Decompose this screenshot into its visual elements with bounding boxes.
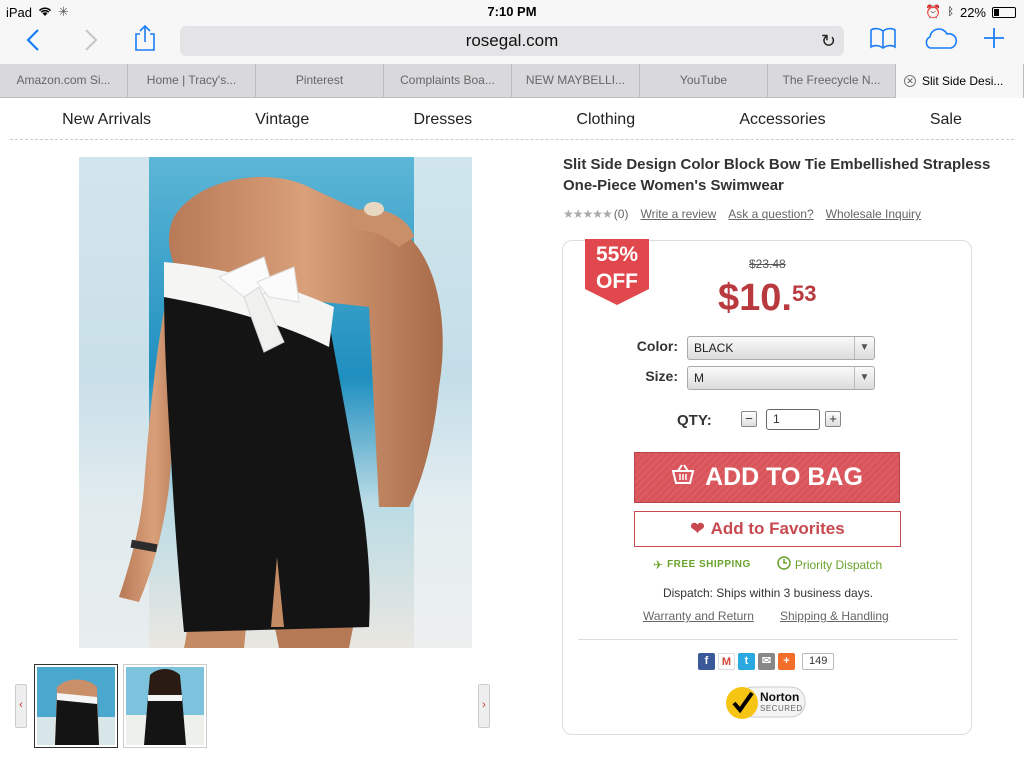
product-title: Slit Side Design Color Block Bow Tie Emb… — [563, 156, 991, 194]
sale-price: $10.53 — [718, 277, 816, 320]
tab-strip: Amazon.com Si... Home | Tracy's... Pinte… — [0, 64, 1024, 98]
browser-tab[interactable]: The Freecycle N... — [768, 64, 896, 98]
priority-dispatch-label: Priority Dispatch — [794, 557, 883, 572]
browser-tab[interactable]: NEW MAYBELLI... — [512, 64, 640, 98]
email-icon[interactable]: ✉ — [758, 653, 775, 670]
share-count: 149 — [802, 653, 835, 670]
size-label: Size: — [645, 368, 678, 384]
quantity-increase-button[interactable]: + — [825, 411, 841, 427]
product-main-image[interactable] — [79, 157, 472, 648]
icloud-tabs-icon[interactable] — [922, 28, 958, 54]
addthis-icon[interactable]: + — [778, 653, 795, 670]
heart-icon: ❤ — [690, 519, 705, 538]
bluetooth-icon: ᛒ — [947, 6, 954, 18]
chevron-down-icon: ▼ — [854, 337, 874, 359]
discount-percent: 55% — [595, 243, 639, 266]
clock: 7:10 PM — [487, 4, 537, 19]
product-thumbnail-front[interactable] — [34, 664, 118, 748]
shipping-handling-link[interactable]: Shipping & Handling — [780, 609, 889, 623]
share-bar: f M t ✉ + 149 — [698, 653, 835, 670]
original-price: $23.48 — [749, 257, 786, 271]
review-count: (0) — [613, 207, 629, 221]
norton-label: Norton — [760, 690, 800, 704]
clock-icon — [777, 556, 791, 573]
dispatch-info: Dispatch: Ships within 3 business days. — [662, 586, 874, 600]
plane-icon: ✈ — [653, 557, 664, 572]
battery-icon — [992, 6, 1016, 18]
bookmarks-icon[interactable] — [870, 27, 896, 53]
browser-tab[interactable]: Pinterest — [256, 64, 384, 98]
url-text: rosegal.com — [465, 31, 559, 50]
minus-icon: − — [745, 411, 753, 426]
browser-tab[interactable]: Complaints Boa... — [384, 64, 512, 98]
back-icon[interactable] — [26, 28, 40, 56]
browser-toolbar: rosegal.com ↻ — [0, 22, 1024, 64]
address-bar[interactable]: rosegal.com ↻ — [180, 26, 844, 56]
twitter-icon[interactable]: t — [738, 653, 755, 670]
sale-price-cents: 53 — [791, 281, 817, 306]
free-shipping-label: FREE SHIPPING — [667, 559, 751, 570]
chevron-right-icon: › — [482, 699, 486, 711]
product-meta: ★★★★★ (0) Write a review Ask a question?… — [563, 207, 921, 221]
ask-question-link[interactable]: Ask a question? — [728, 207, 813, 221]
thumb-prev-button[interactable]: ‹ — [15, 684, 27, 728]
plus-icon: + — [829, 411, 837, 426]
quantity-input[interactable]: 1 — [766, 409, 820, 430]
quantity-decrease-button[interactable]: − — [741, 411, 757, 427]
add-to-bag-button[interactable]: ADD TO BAG — [634, 452, 900, 503]
color-label: Color: — [636, 338, 678, 354]
wholesale-inquiry-link[interactable]: Wholesale Inquiry — [826, 207, 921, 221]
browser-tab[interactable]: YouTube — [640, 64, 768, 98]
write-review-link[interactable]: Write a review — [640, 207, 716, 221]
battery-percent: 22% — [959, 4, 986, 20]
gmail-icon[interactable]: M — [718, 653, 735, 670]
add-to-favorites-label: Add to Favorites — [710, 519, 845, 538]
color-selected-value: BLACK — [694, 341, 734, 355]
color-select[interactable]: BLACK ▼ — [687, 336, 875, 360]
shipping-badges: ✈ FREE SHIPPING Priority Dispatch — [653, 556, 882, 573]
discount-off: OFF — [596, 270, 638, 293]
size-selected-value: M — [694, 371, 704, 385]
browser-tab[interactable]: Amazon.com Si... — [0, 64, 128, 98]
divider — [578, 639, 958, 640]
status-bar: iPad ✳ 7:10 PM ⏰ ᛒ 22% — [0, 0, 1024, 22]
browser-tab[interactable]: Home | Tracy's... — [128, 64, 256, 98]
norton-sublabel: SECURED — [760, 704, 803, 713]
alarm-icon: ⏰ — [925, 4, 942, 19]
rating-stars-icon: ★★★★★ — [563, 207, 613, 221]
chevron-down-icon: ▼ — [854, 367, 874, 389]
nav-item-clothing[interactable]: Clothing — [576, 111, 635, 129]
add-to-favorites-button[interactable]: ❤ Add to Favorites — [634, 511, 901, 547]
browser-tab-active[interactable]: ✕ Slit Side Desi... — [896, 64, 1024, 98]
nav-item-dresses[interactable]: Dresses — [413, 111, 472, 129]
sale-price-main: $10. — [718, 277, 792, 319]
facebook-icon[interactable]: f — [698, 653, 715, 670]
basket-icon — [671, 463, 695, 492]
nav-item-new-arrivals[interactable]: New Arrivals — [62, 111, 151, 129]
policy-links: Warranty and Return Shipping & Handling — [643, 609, 889, 623]
chevron-left-icon: ‹ — [19, 699, 23, 711]
buy-box: 55% OFF $23.48 $10.53 Color: BLACK ▼ Siz… — [562, 239, 972, 735]
discount-badge: 55% OFF — [585, 239, 649, 305]
nav-item-vintage[interactable]: Vintage — [255, 111, 309, 129]
quantity-label: QTY: — [677, 412, 712, 429]
product-thumbnail-back[interactable] — [123, 664, 207, 748]
norton-secured-badge: Norton SECURED — [725, 683, 809, 723]
share-icon[interactable] — [133, 24, 157, 56]
add-to-bag-label: ADD TO BAG — [705, 463, 863, 491]
site-nav: New Arrivals Vintage Dresses Clothing Ac… — [10, 100, 1014, 140]
thumb-next-button[interactable]: › — [478, 684, 490, 728]
nav-item-sale[interactable]: Sale — [930, 111, 962, 129]
reload-icon[interactable]: ↻ — [821, 26, 836, 56]
warranty-return-link[interactable]: Warranty and Return — [643, 609, 754, 623]
size-select[interactable]: M ▼ — [687, 366, 875, 390]
new-tab-icon[interactable] — [982, 26, 1006, 54]
nav-item-accessories[interactable]: Accessories — [739, 111, 825, 129]
close-tab-icon[interactable]: ✕ — [904, 75, 916, 87]
active-tab-label: Slit Side Desi... — [922, 74, 1004, 88]
forward-icon[interactable] — [84, 28, 98, 56]
